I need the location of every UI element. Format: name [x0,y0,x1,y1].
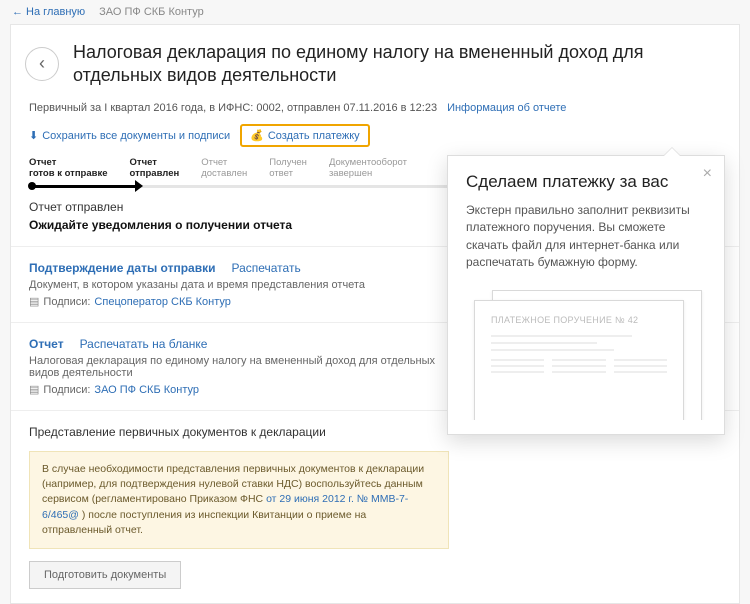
org-name: ЗАО ПФ СКБ Контур [99,6,204,18]
seal-icon: ▤ [29,383,39,396]
home-link[interactable]: ← На главную [12,6,85,18]
meta-row: Первичный за I квартал 2016 года, в ИФНС… [11,102,739,157]
create-payment-button[interactable]: 💰 Создать платежку [240,124,370,147]
sig-org-1[interactable]: Спецоператор СКБ Контур [94,296,230,308]
step-sent: Отчет отправлен [130,157,180,179]
prepare-docs-button[interactable]: Подготовить документы [29,561,181,589]
confirm-date-desc: Документ, в котором указаны дата и время… [29,279,449,291]
coins-icon: 💰 [250,129,264,142]
sig-label-2: Подписи: [43,384,90,396]
close-icon[interactable]: × [703,166,712,182]
report-link[interactable]: Отчет [29,337,64,351]
download-icon: ⬇ [29,129,38,142]
step-complete: Документооборот завершен [329,157,407,179]
notice-box: В случае необходимости представления пер… [29,451,449,549]
doc-illust-label: ПЛАТЕЖНОЕ ПОРУЧЕНИЕ № 42 [491,315,667,325]
step-delivered: Отчет доставлен [201,157,247,179]
step-ready: Отчет готов к отправке [29,157,108,179]
print-blank-link[interactable]: Распечатать на бланке [80,337,208,351]
notice-post: ) после поступления из инспекции Квитанц… [42,509,366,536]
page-title: Налоговая декларация по единому налогу н… [73,41,721,86]
seal-icon: ▤ [29,295,39,308]
popover-title: Сделаем платежку за вас [466,172,706,192]
main-card: ‹ Налоговая декларация по единому налогу… [10,24,740,604]
save-all-label: Сохранить все документы и подписи [42,130,230,142]
sig-label-1: Подписи: [43,296,90,308]
chevron-left-icon: ‹ [39,53,45,74]
save-all-link[interactable]: ⬇ Сохранить все документы и подписи [29,129,230,142]
sig-org-2[interactable]: ЗАО ПФ СКБ Контур [94,384,199,396]
print-link-1[interactable]: Распечатать [231,261,300,275]
primary-docs-section: Представление первичных документов к дек… [11,411,739,603]
info-link[interactable]: Информация об отчете [447,102,566,114]
doc-illustration: ПЛАТЕЖНОЕ ПОРУЧЕНИЕ № 42 [466,290,706,420]
create-payment-label: Создать платежку [268,130,360,142]
back-button[interactable]: ‹ [25,47,59,81]
payment-popover: × Сделаем платежку за вас Экстерн правил… [447,155,725,435]
report-desc: Налоговая декларация по единому налогу н… [29,355,449,379]
meta-text: Первичный за I квартал 2016 года, в ИФНС… [29,102,437,114]
confirm-date-link[interactable]: Подтверждение даты отправки [29,261,215,275]
top-nav: ← На главную ЗАО ПФ СКБ Контур [0,0,750,24]
step-response: Получен ответ [269,157,307,179]
popover-body: Экстерн правильно заполнит реквизиты пла… [466,202,706,272]
header: ‹ Налоговая декларация по единому налогу… [11,25,739,102]
